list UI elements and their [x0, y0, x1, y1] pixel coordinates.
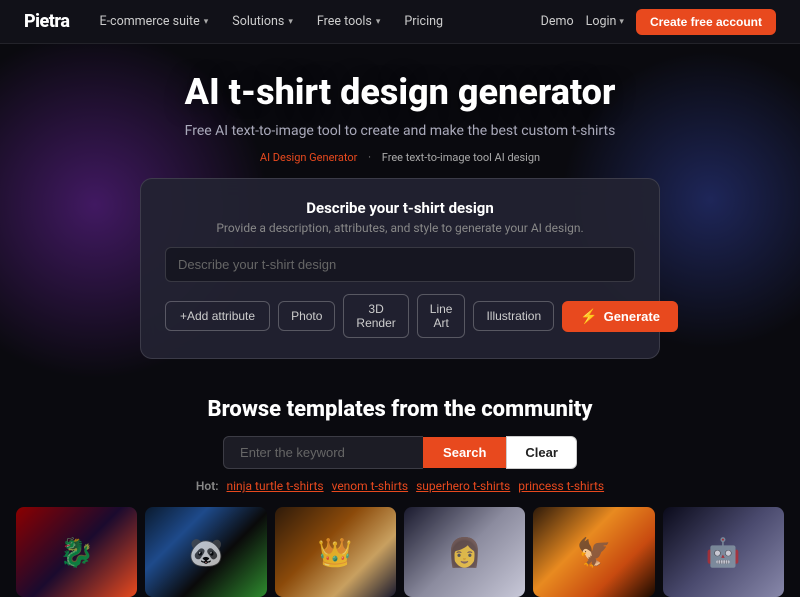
template-image: 🐉	[16, 507, 137, 597]
clear-button[interactable]: Clear	[506, 436, 577, 469]
keyword-search-input[interactable]	[223, 436, 423, 469]
list-item[interactable]: 🐉	[16, 507, 137, 597]
hot-label: Hot:	[196, 479, 219, 493]
create-account-button[interactable]: Create free account	[636, 9, 776, 35]
chevron-down-icon: ▾	[204, 17, 209, 27]
photo-style-button[interactable]: Photo	[278, 301, 335, 331]
chevron-down-icon: ▾	[619, 17, 624, 27]
add-attribute-button[interactable]: +Add attribute	[165, 301, 270, 331]
nav-login-button[interactable]: Login ▾	[586, 14, 624, 29]
generate-button[interactable]: ⚡ Generate	[562, 301, 678, 332]
breadcrumb: AI Design Generator · Free text-to-image…	[20, 151, 780, 164]
nav-free-tools[interactable]: Free tools ▾	[307, 10, 390, 33]
design-text-input[interactable]	[165, 247, 635, 282]
hot-tag-ninja[interactable]: ninja turtle t-shirts	[227, 479, 324, 493]
template-image: 👑	[275, 507, 396, 597]
nav-solutions[interactable]: Solutions ▾	[222, 10, 303, 33]
design-card-title: Describe your t-shirt design	[165, 199, 635, 217]
template-image: 🦅	[533, 507, 654, 597]
logo[interactable]: Pietra	[24, 11, 69, 32]
template-image: 👩	[404, 507, 525, 597]
nav-right: Demo Login ▾ Create free account	[541, 9, 776, 35]
search-row: Search Clear	[20, 436, 780, 469]
browse-section: Browse templates from the community Sear…	[0, 375, 800, 507]
template-image: 🐼	[145, 507, 266, 597]
list-item[interactable]: 👑	[275, 507, 396, 597]
template-image: 🤖	[663, 507, 784, 597]
hero-subtitle: Free AI text-to-image tool to create and…	[20, 123, 780, 139]
design-card: Describe your t-shirt design Provide a d…	[140, 178, 660, 359]
list-item[interactable]: 🐼	[145, 507, 266, 597]
hero-section: AI t-shirt design generator Free AI text…	[0, 44, 800, 375]
design-actions: +Add attribute Photo 3D Render Line Art …	[165, 294, 635, 338]
search-button[interactable]: Search	[423, 437, 506, 468]
list-item[interactable]: 👩	[404, 507, 525, 597]
chevron-down-icon: ▾	[288, 17, 293, 27]
hero-title: AI t-shirt design generator	[20, 72, 780, 113]
nav-ecommerce[interactable]: E-commerce suite ▾	[89, 10, 218, 33]
hot-tags-row: Hot: ninja turtle t-shirts venom t-shirt…	[20, 479, 780, 493]
hot-tag-princess[interactable]: princess t-shirts	[518, 479, 604, 493]
hot-tag-venom[interactable]: venom t-shirts	[332, 479, 409, 493]
navbar: Pietra E-commerce suite ▾ Solutions ▾ Fr…	[0, 0, 800, 44]
browse-title: Browse templates from the community	[20, 397, 780, 422]
illustration-button[interactable]: Illustration	[473, 301, 554, 331]
nav-pricing[interactable]: Pricing	[394, 10, 453, 33]
3d-render-button[interactable]: 3D Render	[343, 294, 408, 338]
list-item[interactable]: 🦅	[533, 507, 654, 597]
list-item[interactable]: 🤖	[663, 507, 784, 597]
nav-demo-link[interactable]: Demo	[541, 14, 574, 29]
line-art-button[interactable]: Line Art	[417, 294, 466, 338]
design-card-subtitle: Provide a description, attributes, and s…	[165, 221, 635, 235]
lightning-icon: ⚡	[580, 308, 597, 325]
chevron-down-icon: ▾	[376, 17, 381, 27]
nav-items: E-commerce suite ▾ Solutions ▾ Free tool…	[89, 10, 540, 33]
templates-grid: 🐉 🐼 👑 👩 🦅 🤖	[0, 507, 800, 597]
hot-tag-superhero[interactable]: superhero t-shirts	[416, 479, 510, 493]
